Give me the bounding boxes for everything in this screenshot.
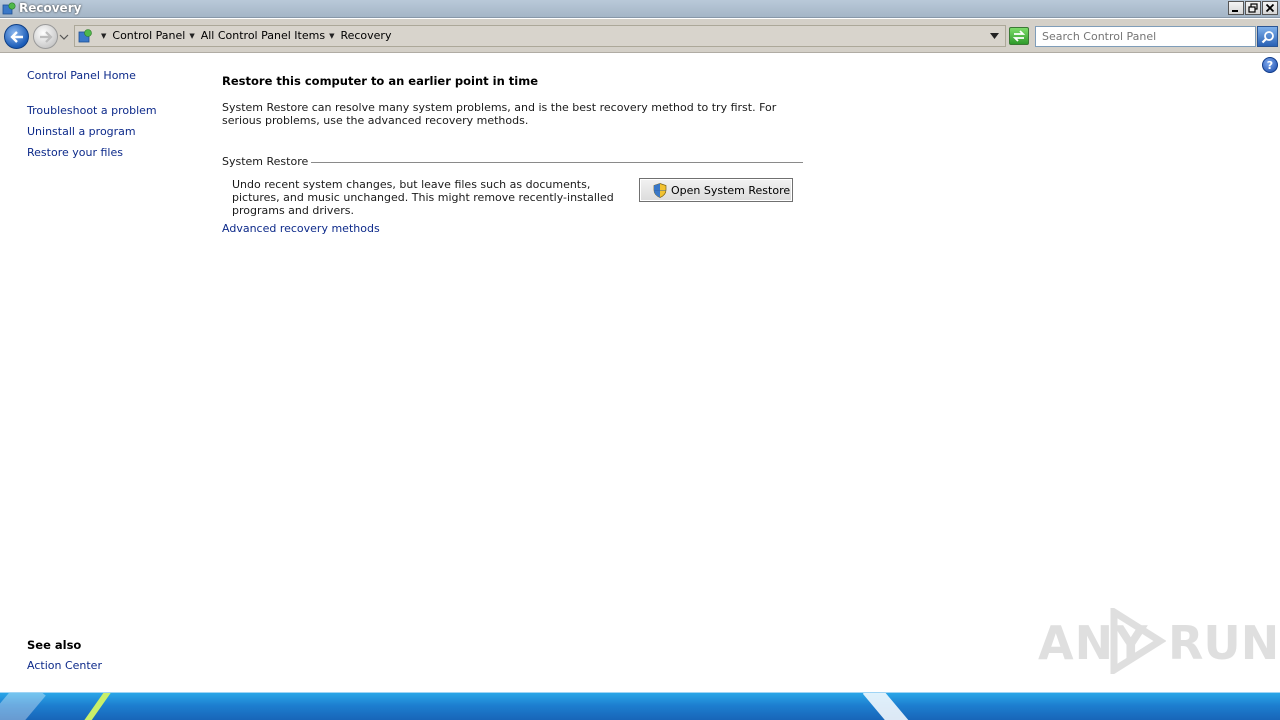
breadcrumb-item-control-panel[interactable]: Control Panel — [112, 29, 185, 42]
minimize-icon — [1232, 10, 1238, 12]
see-also-heading: See also — [27, 638, 82, 652]
restore-icon — [1248, 3, 1258, 13]
chevron-down-icon[interactable]: ▼ — [101, 32, 106, 40]
breadcrumb[interactable]: ▼ Control Panel ▼ All Control Panel Item… — [74, 25, 1006, 47]
minimize-button[interactable] — [1228, 1, 1244, 15]
taskbar-decoration — [862, 693, 916, 720]
forward-button[interactable] — [33, 24, 58, 49]
chevron-down-icon[interactable]: ▼ — [189, 32, 194, 40]
window-title: Recovery — [19, 1, 82, 15]
action-center-link[interactable]: Action Center — [27, 659, 102, 672]
close-button[interactable] — [1262, 1, 1278, 15]
uninstall-program-link[interactable]: Uninstall a program — [27, 125, 136, 138]
taskbar-decoration — [73, 693, 113, 720]
control-panel-home-link[interactable]: Control Panel Home — [27, 69, 136, 82]
breadcrumb-item-all-items[interactable]: All Control Panel Items — [201, 29, 325, 42]
section-heading: System Restore — [222, 155, 312, 168]
close-icon — [1265, 3, 1275, 13]
breadcrumb-item-recovery[interactable]: Recovery — [340, 29, 391, 42]
search-icon — [1261, 30, 1274, 43]
watermark-text-right: RUN — [1168, 616, 1280, 670]
page-description: System Restore can resolve many system p… — [222, 101, 777, 127]
troubleshoot-link[interactable]: Troubleshoot a problem — [27, 104, 157, 117]
search-box[interactable] — [1035, 26, 1256, 47]
page-title: Restore this computer to an earlier poin… — [222, 74, 538, 88]
search-button[interactable] — [1257, 26, 1278, 47]
refresh-button[interactable] — [1009, 27, 1029, 45]
anyrun-watermark: ANY RUN — [1038, 606, 1279, 676]
refresh-icon — [1012, 30, 1026, 42]
system-restore-description: Undo recent system changes, but leave fi… — [232, 178, 614, 217]
search-input[interactable] — [1036, 27, 1255, 46]
open-system-restore-label: Open System Restore — [671, 183, 791, 197]
system-restore-section-header: System Restore — [222, 155, 803, 169]
play-logo-icon — [1110, 608, 1166, 674]
control-panel-icon — [2, 2, 16, 15]
open-system-restore-button[interactable]: Open System Restore — [639, 178, 793, 202]
address-dropdown-icon[interactable] — [990, 33, 999, 39]
address-bar: ▼ Control Panel ▼ All Control Panel Item… — [0, 19, 1280, 53]
back-button[interactable] — [4, 24, 29, 49]
taskbar — [0, 692, 1280, 720]
chevron-down-icon[interactable]: ▼ — [329, 32, 334, 40]
help-icon[interactable]: ? — [1262, 57, 1278, 73]
arrow-right-icon — [39, 30, 53, 43]
taskbar-decoration — [0, 693, 46, 720]
advanced-recovery-link[interactable]: Advanced recovery methods — [222, 222, 380, 235]
title-bar: Recovery — [0, 0, 1280, 18]
control-panel-icon — [78, 29, 92, 43]
restore-button[interactable] — [1245, 1, 1261, 15]
uac-shield-icon — [653, 182, 667, 198]
arrow-left-icon — [9, 30, 23, 43]
restore-files-link[interactable]: Restore your files — [27, 146, 123, 159]
recent-pages-dropdown-icon[interactable] — [59, 33, 69, 41]
